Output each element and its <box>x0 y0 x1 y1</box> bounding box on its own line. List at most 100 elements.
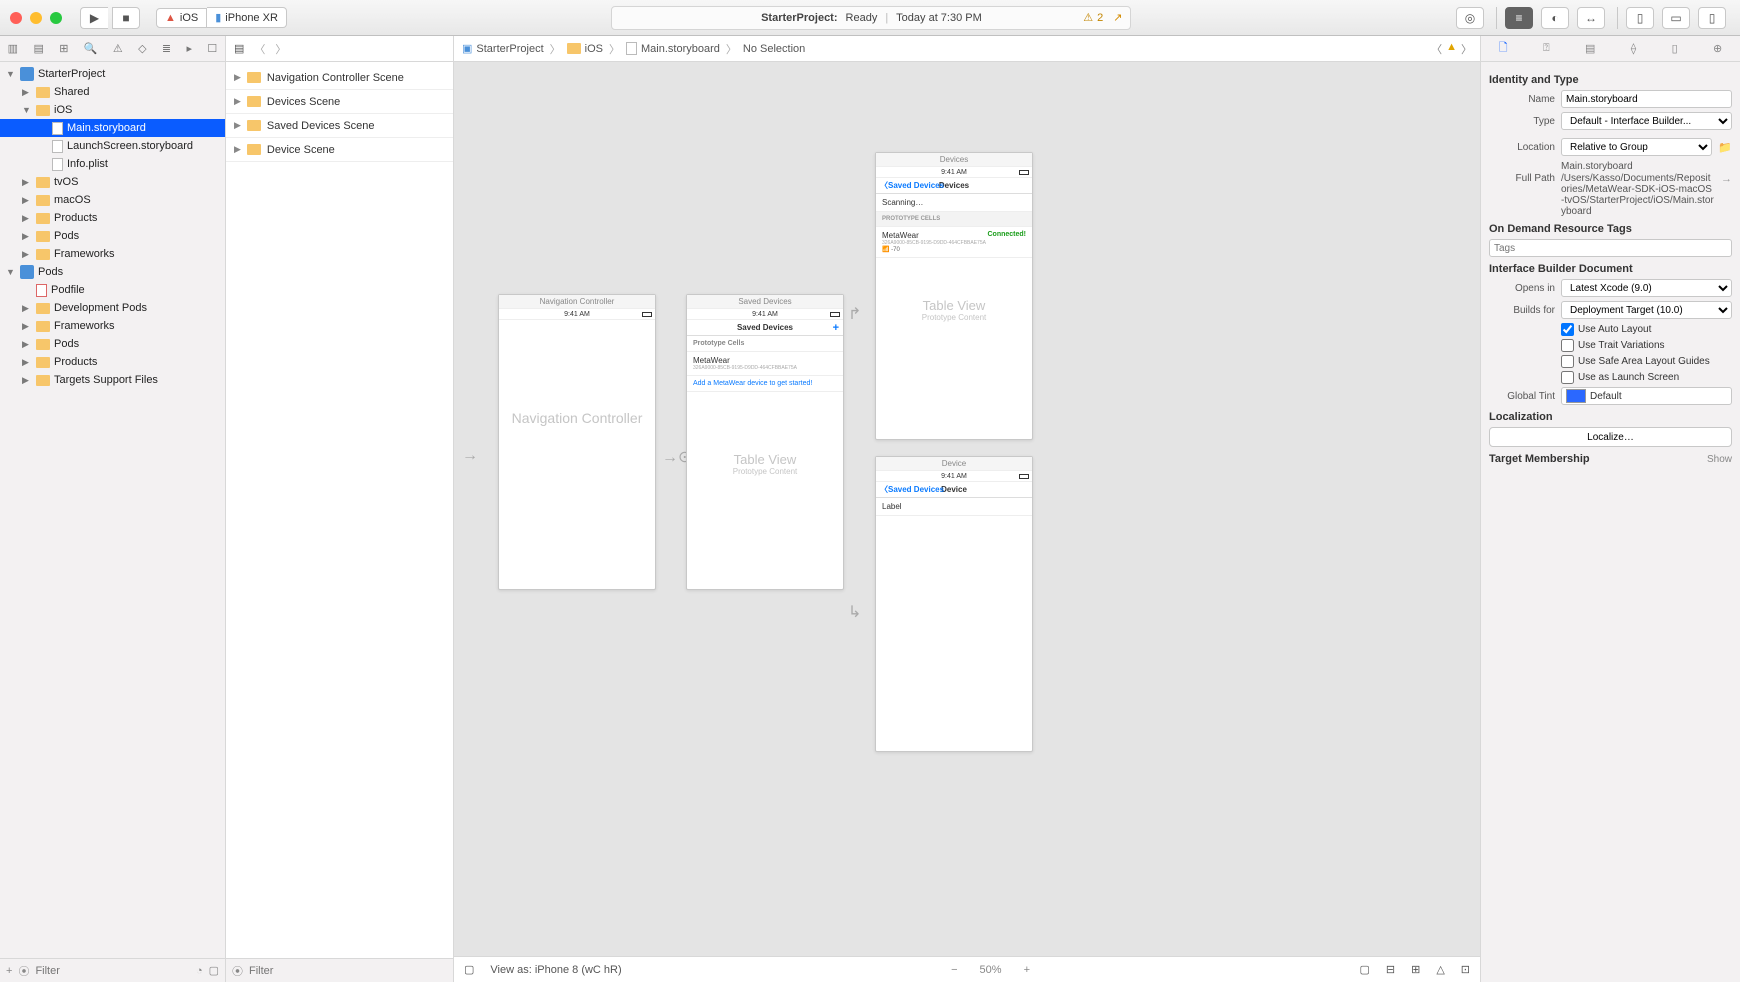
view-as-label[interactable]: View as: iPhone 8 (wC hR) <box>490 964 621 976</box>
tree-item[interactable]: ▼iOS <box>0 101 225 119</box>
scene-devices[interactable]: Devices 9:41 AM 〈Saved DevicesDevices Sc… <box>875 152 1033 440</box>
scheme-selector[interactable]: ▲iOS ▮iPhone XR <box>156 7 287 28</box>
outline-filter-input[interactable] <box>249 965 447 977</box>
tags-field[interactable] <box>1489 239 1732 257</box>
forward-icon[interactable]: 〉 <box>275 41 286 57</box>
outline-toggle-icon[interactable]: ▤ <box>234 42 244 55</box>
issue-nav-icon[interactable]: ⚠ <box>113 42 123 55</box>
opens-in-select[interactable]: Latest Xcode (9.0) <box>1561 279 1732 297</box>
tree-item[interactable]: LaunchScreen.storyboard <box>0 137 225 155</box>
symbol-nav-icon[interactable]: ⊞ <box>59 42 68 55</box>
tree-item[interactable]: ▶Targets Support Files <box>0 371 225 389</box>
stack-icon[interactable]: ⊡ <box>1461 963 1470 976</box>
breakpoint-nav-icon[interactable]: ▸ <box>186 42 192 55</box>
pin-icon[interactable]: ⊞ <box>1411 963 1420 976</box>
tree-item[interactable]: ▶Frameworks <box>0 317 225 335</box>
auto-layout-checkbox[interactable] <box>1561 323 1574 336</box>
trait-variations-checkbox[interactable] <box>1561 339 1574 352</box>
back-icon[interactable]: 〈 <box>254 41 265 57</box>
scene-saved-devices[interactable]: Saved Devices 9:41 AM Saved Devices+ Pro… <box>686 294 844 590</box>
project-nav-icon[interactable]: ▥ <box>8 42 18 55</box>
scene-nav-controller[interactable]: Navigation Controller 9:41 AM Navigation… <box>498 294 656 590</box>
clock-icon[interactable]: ◔ <box>196 965 203 977</box>
device-config-icon[interactable]: ▢ <box>464 963 474 976</box>
zoom-out-button[interactable]: − <box>951 964 957 976</box>
test-nav-icon[interactable]: ◇ <box>138 42 146 55</box>
scm-icon[interactable]: ▢ <box>209 964 219 977</box>
library-button[interactable]: ◎ <box>1456 7 1484 29</box>
editor-standard-button[interactable]: ≡ <box>1505 7 1533 29</box>
tree-item[interactable]: ▶Pods <box>0 227 225 245</box>
type-select[interactable]: Default - Interface Builder... <box>1561 112 1732 130</box>
editor-version-button[interactable]: ↔ <box>1577 7 1605 29</box>
outline-scene[interactable]: ▶Device Scene <box>226 138 453 162</box>
prototype-cell[interactable]: MetaWearConnected! 326A9000-85CB-9195-D9… <box>876 227 1032 258</box>
tree-item[interactable]: ▶macOS <box>0 191 225 209</box>
outline-scene[interactable]: ▶Devices Scene <box>226 90 453 114</box>
stop-button[interactable]: ■ <box>112 7 140 29</box>
navigator-filter-input[interactable] <box>35 965 190 977</box>
tree-item[interactable]: Podfile <box>0 281 225 299</box>
size-inspector-icon[interactable]: ▯ <box>1672 42 1678 55</box>
attributes-inspector-icon[interactable]: ⟠ <box>1631 42 1636 55</box>
launch-screen-checkbox[interactable] <box>1561 371 1574 384</box>
close-icon[interactable] <box>10 12 22 24</box>
tree-item[interactable]: ▶Products <box>0 353 225 371</box>
name-field[interactable] <box>1561 90 1732 108</box>
tree-item[interactable]: ▶Development Pods <box>0 299 225 317</box>
add-icon[interactable]: + <box>6 965 12 977</box>
localize-button[interactable]: Localize… <box>1489 427 1732 447</box>
tree-item[interactable]: ▶Frameworks <box>0 245 225 263</box>
scene-device[interactable]: Device 9:41 AM 〈Saved DevicesDevice Labe… <box>875 456 1033 752</box>
tree-item[interactable]: ▶Products <box>0 209 225 227</box>
project-tree[interactable]: ▼StarterProject ▶Shared▼iOSMain.storyboa… <box>0 62 225 958</box>
tree-item[interactable]: ▶Shared <box>0 83 225 101</box>
embed-icon[interactable]: ▢ <box>1359 963 1369 976</box>
toggle-navigator-button[interactable]: ▯ <box>1626 7 1654 29</box>
tree-item[interactable]: Main.storyboard <box>0 119 225 137</box>
back-button[interactable]: 〈Saved Devices <box>880 180 944 191</box>
tree-pods-root[interactable]: ▼Pods <box>0 263 225 281</box>
debug-nav-icon[interactable]: ≣ <box>162 42 171 55</box>
toggle-debug-button[interactable]: ▭ <box>1662 7 1690 29</box>
jump-next-icon[interactable]: 〉 <box>1461 41 1472 57</box>
editor-assistant-button[interactable]: ◐ <box>1541 7 1569 29</box>
toggle-inspector-button[interactable]: ▯ <box>1698 7 1726 29</box>
tree-project-root[interactable]: ▼StarterProject <box>0 65 225 83</box>
back-button[interactable]: 〈Saved Devices <box>880 484 944 495</box>
jump-warn-icon[interactable]: ▲ <box>1446 41 1457 57</box>
global-tint-select[interactable]: Default <box>1561 387 1732 405</box>
tree-item[interactable]: ▶Pods <box>0 335 225 353</box>
add-device-cell[interactable]: Add a MetaWear device to get started! <box>687 376 843 392</box>
folder-icon[interactable]: 📁 <box>1718 141 1732 154</box>
add-icon[interactable]: + <box>833 322 839 334</box>
outline-scene[interactable]: ▶Navigation Controller Scene <box>226 66 453 90</box>
zoom-in-button[interactable]: + <box>1024 964 1030 976</box>
find-nav-icon[interactable]: 🔍 <box>84 42 98 55</box>
report-nav-icon[interactable]: ☐ <box>207 42 217 55</box>
location-select[interactable]: Relative to Group <box>1561 138 1712 156</box>
identity-inspector-icon[interactable]: ▤ <box>1585 42 1595 55</box>
safe-area-checkbox[interactable] <box>1561 355 1574 368</box>
resolve-icon[interactable]: △ <box>1436 963 1444 976</box>
jump-bar[interactable]: ▣StarterProject〉 iOS〉 Main.storyboard〉 N… <box>454 36 1480 62</box>
tree-item[interactable]: Info.plist <box>0 155 225 173</box>
show-link[interactable]: Show <box>1707 454 1732 465</box>
scene-list[interactable]: ▶Navigation Controller Scene▶Devices Sce… <box>226 62 453 958</box>
help-inspector-icon[interactable]: ⍰ <box>1543 42 1550 55</box>
jump-prev-icon[interactable]: 〈 <box>1431 41 1442 57</box>
connections-inspector-icon[interactable]: ⊕ <box>1713 42 1722 55</box>
minimize-icon[interactable] <box>30 12 42 24</box>
outline-scene[interactable]: ▶Saved Devices Scene <box>226 114 453 138</box>
source-nav-icon[interactable]: ▤ <box>33 42 43 55</box>
file-inspector-icon[interactable]: 🗋 <box>1499 39 1508 58</box>
reveal-icon[interactable]: → <box>1721 173 1732 185</box>
zoom-icon[interactable] <box>50 12 62 24</box>
prototype-cell[interactable]: MetaWear 326A9000-85CB-9195-D9DD-464CFBB… <box>687 352 843 376</box>
tree-item[interactable]: ▶tvOS <box>0 173 225 191</box>
builds-for-select[interactable]: Deployment Target (10.0) <box>1561 301 1732 319</box>
run-button[interactable]: ▶ <box>80 7 108 29</box>
storyboard-canvas[interactable]: Navigation Controller 9:41 AM Navigation… <box>454 62 1480 956</box>
align-icon[interactable]: ⊟ <box>1386 963 1395 976</box>
issue-indicator[interactable]: ⚠ 2 ↗ <box>1083 11 1122 24</box>
